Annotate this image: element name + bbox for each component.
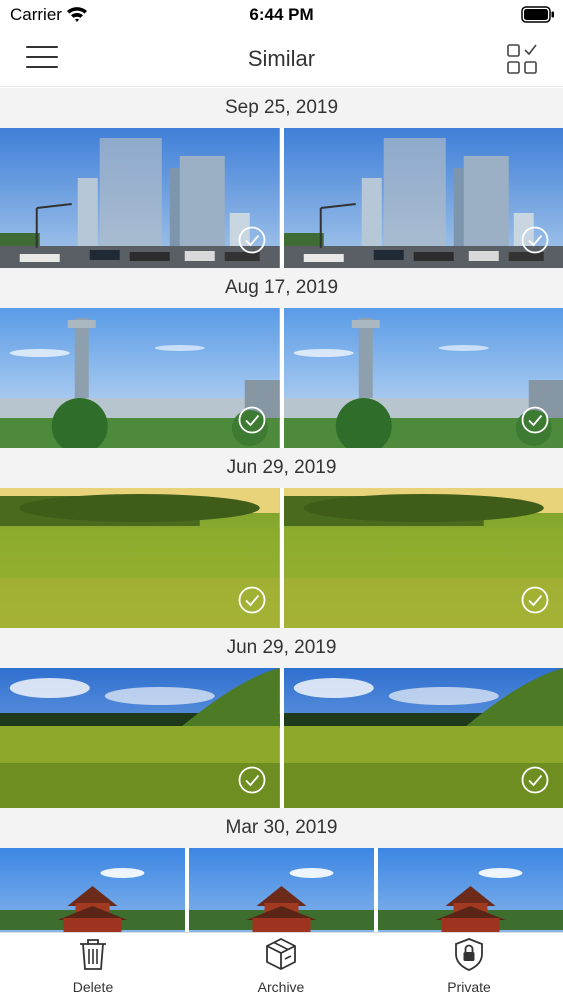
status-bar: Carrier 6:44 PM — [0, 0, 563, 30]
archive-box-icon — [266, 937, 296, 971]
delete-label: Delete — [72, 979, 114, 995]
photo-row — [0, 308, 563, 448]
select-grid-icon[interactable] — [506, 43, 538, 75]
page-title: Similar — [247, 46, 316, 71]
date-header: Jun 29, 2019 — [0, 448, 563, 488]
photo-thumbnail[interactable] — [283, 128, 563, 268]
bottom-toolbar: Delete Archive Private — [0, 932, 563, 1000]
delete-button[interactable]: Delete — [33, 937, 153, 997]
photo-thumbnail[interactable] — [283, 488, 563, 628]
photo-thumbnail[interactable] — [0, 848, 185, 932]
status-time: 6:44 PM — [249, 5, 314, 24]
photo-row — [0, 488, 563, 628]
checkmark-circle-icon[interactable] — [238, 226, 266, 254]
checkmark-circle-icon[interactable] — [238, 766, 266, 794]
checkmark-circle-icon[interactable] — [238, 406, 266, 434]
photo-row — [0, 848, 563, 932]
photo-thumbnail[interactable] — [0, 488, 280, 628]
checkmark-circle-icon[interactable] — [238, 586, 266, 614]
checkmark-circle-icon[interactable] — [521, 586, 549, 614]
photo-image — [378, 848, 563, 932]
photo-thumbnail[interactable] — [378, 848, 563, 932]
checkmark-circle-icon[interactable] — [521, 766, 549, 794]
photo-thumbnail[interactable] — [283, 668, 563, 808]
battery-icon — [521, 6, 554, 23]
date-header: Aug 17, 2019 — [0, 268, 563, 308]
similar-photos-list[interactable]: Sep 25, 2019 Aug 17, 2019 Jun 29, 2019 J… — [0, 88, 563, 932]
photo-row — [0, 668, 563, 808]
photo-image — [189, 848, 374, 932]
date-header: Sep 25, 2019 — [0, 88, 563, 128]
archive-label: Archive — [257, 979, 305, 995]
photo-image — [0, 848, 185, 932]
photo-thumbnail[interactable] — [0, 308, 280, 448]
photo-thumbnail[interactable] — [0, 668, 280, 808]
archive-button[interactable]: Archive — [221, 937, 341, 997]
nav-bar: Similar — [0, 30, 563, 87]
trash-icon — [80, 939, 106, 970]
date-header: Mar 30, 2019 — [0, 808, 563, 848]
checkmark-circle-icon[interactable] — [521, 226, 549, 254]
photo-thumbnail[interactable] — [0, 128, 280, 268]
private-label: Private — [447, 979, 491, 995]
checkmark-circle-icon[interactable] — [521, 406, 549, 434]
date-header: Jun 29, 2019 — [0, 628, 563, 668]
shield-lock-icon — [455, 938, 483, 971]
photo-row — [0, 128, 563, 268]
photo-thumbnail[interactable] — [189, 848, 374, 932]
private-button[interactable]: Private — [409, 937, 529, 997]
photo-thumbnail[interactable] — [283, 308, 563, 448]
